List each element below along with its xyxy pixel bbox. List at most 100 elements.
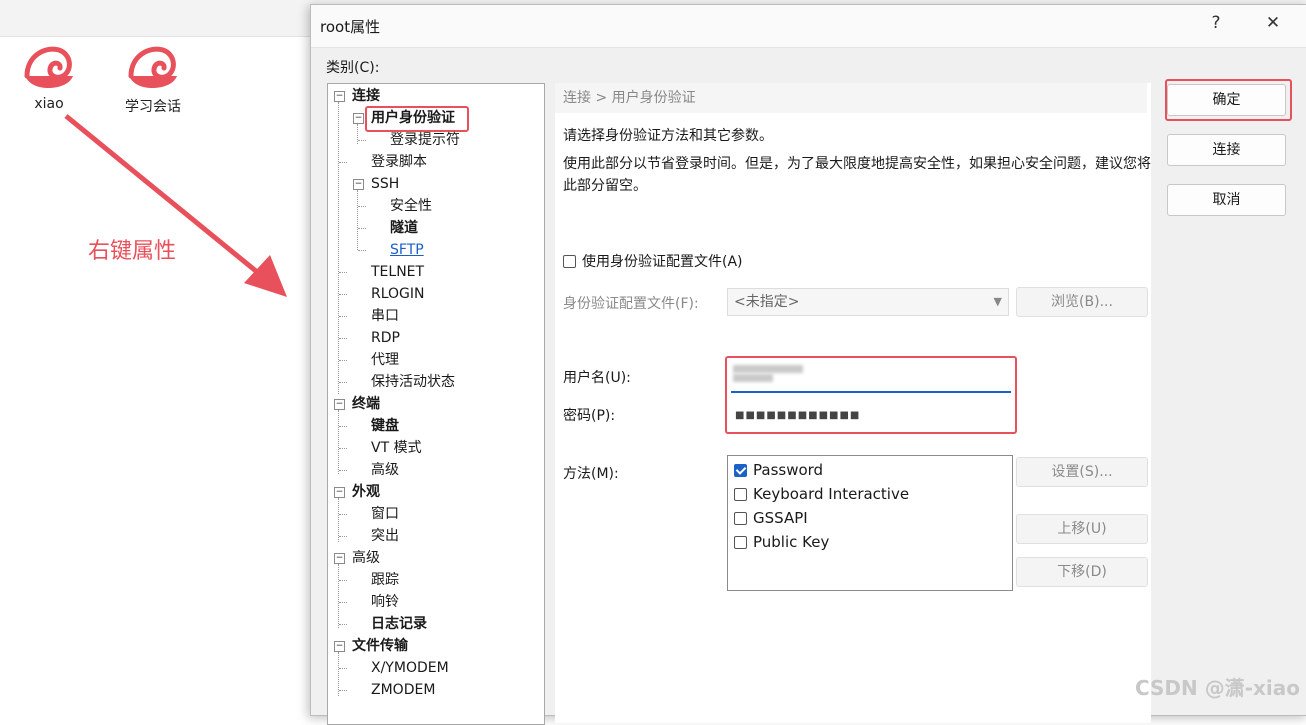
method-label: 方法(M): bbox=[563, 466, 619, 482]
browse-button[interactable]: 浏览(B)... bbox=[1016, 287, 1148, 317]
use-profile-checkbox[interactable]: 使用身份验证配置文件(A) bbox=[563, 251, 743, 271]
tree-item-trace[interactable]: 跟踪 bbox=[371, 570, 399, 590]
checkbox-icon[interactable] bbox=[734, 535, 747, 549]
settings-panel: 连接 > 用户身份验证 请选择身份验证方法和其它参数。 使用此部分以节省登录时间… bbox=[555, 83, 1151, 723]
collapse-icon[interactable]: − bbox=[334, 399, 345, 410]
tree-line bbox=[339, 580, 347, 581]
description-text-long: 使用此部分以节省登录时间。但是，为了最大限度地提高安全性，如果担心安全问题，建议… bbox=[563, 156, 1151, 194]
close-button[interactable]: ✕ bbox=[1258, 13, 1288, 33]
method-gssapi[interactable]: GSSAPI bbox=[734, 509, 808, 527]
tree-item-keyboard[interactable]: 键盘 bbox=[371, 416, 399, 436]
tree-line bbox=[339, 624, 347, 625]
tree-line bbox=[358, 228, 366, 229]
password-label: 密码(P): bbox=[563, 408, 616, 424]
tree-item-serial[interactable]: 串口 bbox=[371, 306, 399, 326]
tree-line bbox=[339, 316, 347, 317]
method-label-publickey: Public Key bbox=[753, 533, 830, 551]
method-keyboard-interactive[interactable]: Keyboard Interactive bbox=[734, 485, 909, 503]
settings-button[interactable]: 设置(S)... bbox=[1016, 457, 1148, 487]
collapse-icon[interactable]: − bbox=[353, 113, 364, 124]
collapse-icon[interactable]: − bbox=[334, 91, 345, 102]
tree-line bbox=[339, 690, 347, 691]
annotation-text: 右键属性 bbox=[88, 239, 177, 264]
watermark: CSDN @潇-xiao bbox=[1134, 676, 1300, 700]
use-profile-label: 使用身份验证配置文件(A) bbox=[582, 254, 743, 270]
method-label-password: Password bbox=[753, 461, 824, 479]
tree-line bbox=[339, 272, 347, 273]
tree-line bbox=[339, 382, 347, 383]
method-password[interactable]: Password bbox=[734, 461, 823, 479]
tree-item-zmodem[interactable]: ZMODEM bbox=[371, 680, 435, 700]
method-label-keyboard: Keyboard Interactive bbox=[753, 485, 910, 503]
properties-dialog: root属性 ? ✕ 类别(C): − 连接 − 用户身份验证 登录提示符 登录… bbox=[310, 4, 1306, 725]
tree-item-sftp[interactable]: SFTP bbox=[390, 240, 424, 260]
credentials-highlight bbox=[725, 356, 1017, 434]
method-list[interactable]: Password Keyboard Interactive GSSAPI Pub… bbox=[727, 455, 1013, 591]
collapse-icon[interactable]: − bbox=[334, 553, 345, 564]
category-label: 类别(C): bbox=[326, 60, 380, 76]
tree-item-window[interactable]: 窗口 bbox=[371, 504, 399, 524]
tree-item-connection[interactable]: 连接 bbox=[352, 86, 380, 106]
tree-line bbox=[339, 514, 347, 515]
method-label-gssapi: GSSAPI bbox=[753, 509, 808, 527]
checkbox-checked-icon[interactable] bbox=[734, 463, 747, 477]
move-down-button[interactable]: 下移(D) bbox=[1016, 557, 1148, 587]
tree-line bbox=[358, 250, 366, 251]
tree-line bbox=[357, 190, 358, 250]
profile-label: 身份验证配置文件(F): bbox=[563, 296, 699, 312]
tree-item-keepalive[interactable]: 保持活动状态 bbox=[371, 372, 455, 392]
tree-item-logging[interactable]: 日志记录 bbox=[371, 614, 427, 634]
category-tree[interactable]: − 连接 − 用户身份验证 登录提示符 登录脚本 − SSH 安全性 隧道 SF… bbox=[327, 83, 545, 725]
tree-line bbox=[339, 294, 347, 295]
tree-item-tunnel[interactable]: 隧道 bbox=[390, 218, 418, 238]
tree-line bbox=[338, 410, 339, 474]
tree-line bbox=[339, 426, 347, 427]
tree-line bbox=[358, 206, 366, 207]
help-button[interactable]: ? bbox=[1201, 13, 1231, 33]
tree-item-advanced[interactable]: 高级 bbox=[352, 548, 380, 568]
dialog-title: root属性 bbox=[320, 18, 381, 36]
checkbox-icon[interactable] bbox=[734, 487, 747, 501]
selected-highlight bbox=[365, 106, 469, 132]
method-public-key[interactable]: Public Key bbox=[734, 533, 829, 551]
tree-item-security[interactable]: 安全性 bbox=[390, 196, 432, 216]
checkbox-icon[interactable] bbox=[563, 254, 576, 268]
tree-item-rdp[interactable]: RDP bbox=[371, 328, 400, 348]
collapse-icon[interactable]: − bbox=[353, 179, 364, 190]
tree-line bbox=[358, 140, 366, 141]
tree-item-terminal[interactable]: 终端 bbox=[352, 394, 380, 414]
tree-item-file-transfer[interactable]: 文件传输 bbox=[352, 636, 408, 656]
breadcrumb: 连接 > 用户身份验证 bbox=[555, 83, 1147, 113]
tree-item-highlight[interactable]: 突出 bbox=[371, 526, 399, 546]
tree-line bbox=[339, 162, 347, 163]
tree-item-proxy[interactable]: 代理 bbox=[371, 350, 399, 370]
description-text: 请选择身份验证方法和其它参数。 bbox=[563, 128, 773, 144]
ok-highlight bbox=[1165, 79, 1292, 121]
dialog-titlebar: root属性 ? ✕ bbox=[311, 5, 1306, 48]
checkbox-icon[interactable] bbox=[734, 511, 747, 525]
cancel-button[interactable]: 取消 bbox=[1167, 184, 1286, 216]
tree-line bbox=[339, 536, 347, 537]
tree-item-terminal-advanced[interactable]: 高级 bbox=[371, 460, 399, 480]
profile-select-value: <未指定> bbox=[734, 294, 800, 310]
connect-button[interactable]: 连接 bbox=[1167, 134, 1286, 166]
tree-line bbox=[339, 448, 347, 449]
tree-line bbox=[339, 668, 347, 669]
tree-item-ssh[interactable]: SSH bbox=[371, 174, 399, 194]
move-up-button[interactable]: 上移(U) bbox=[1016, 514, 1148, 544]
tree-line bbox=[339, 470, 347, 471]
profile-select[interactable]: <未指定> ▼ bbox=[727, 288, 1009, 316]
tree-item-rlogin[interactable]: RLOGIN bbox=[371, 284, 425, 304]
tree-line bbox=[339, 338, 347, 339]
tree-item-bell[interactable]: 响铃 bbox=[371, 592, 399, 612]
tree-item-login-script[interactable]: 登录脚本 bbox=[371, 152, 427, 172]
tree-line bbox=[339, 360, 347, 361]
username-label: 用户名(U): bbox=[563, 370, 631, 386]
collapse-icon[interactable]: − bbox=[334, 487, 345, 498]
tree-item-vt-mode[interactable]: VT 模式 bbox=[371, 438, 422, 458]
tree-item-xymodem[interactable]: X/YMODEM bbox=[371, 658, 449, 678]
collapse-icon[interactable]: − bbox=[334, 641, 345, 652]
tree-item-telnet[interactable]: TELNET bbox=[371, 262, 424, 282]
tree-item-login-prompts[interactable]: 登录提示符 bbox=[390, 130, 460, 150]
tree-item-appearance[interactable]: 外观 bbox=[352, 482, 380, 502]
